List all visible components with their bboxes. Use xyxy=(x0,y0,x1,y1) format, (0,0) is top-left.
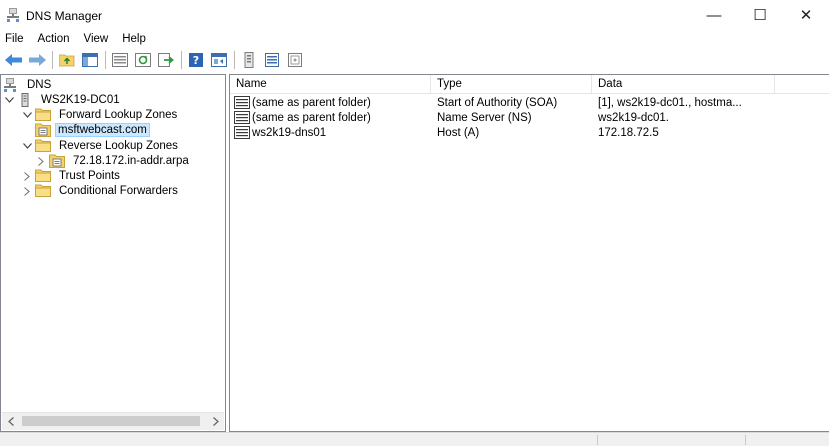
record-icon xyxy=(234,126,250,139)
menu-file[interactable]: File xyxy=(0,33,31,45)
zone-icon xyxy=(35,123,51,137)
tree-item-forward-zone[interactable]: msftwebcast.com xyxy=(35,122,150,138)
toolbar-separator xyxy=(52,51,53,69)
status-separator xyxy=(745,435,746,445)
tree-item-dns[interactable]: DNS xyxy=(3,77,55,93)
refresh-icon[interactable] xyxy=(133,50,153,70)
chevron-down-icon[interactable] xyxy=(21,143,33,149)
tree-item-trust-points[interactable]: Trust Points xyxy=(21,168,124,184)
export-list-icon[interactable] xyxy=(156,50,176,70)
tree-label: 72.18.172.in-addr.arpa xyxy=(73,155,189,167)
mmc-icon[interactable] xyxy=(209,50,229,70)
record-name: (same as parent folder) xyxy=(252,96,371,109)
record-type: Host (A) xyxy=(437,126,480,139)
toolbar-separator xyxy=(181,51,182,69)
status-separator xyxy=(597,435,598,445)
scrollbar-thumb[interactable] xyxy=(22,416,200,426)
table-row[interactable]: (same as parent folder) Name Server (NS)… xyxy=(230,110,829,125)
tree-item-forward-lookup-zones[interactable]: Forward Lookup Zones xyxy=(21,107,181,123)
record-name: (same as parent folder) xyxy=(252,111,371,124)
column-header-type[interactable]: Type xyxy=(431,75,592,93)
table-row[interactable]: ws2k19-dns01 Host (A) 172.18.72.5 xyxy=(230,125,829,140)
dns-icon xyxy=(3,78,19,92)
tree-item-server[interactable]: WS2K19-DC01 xyxy=(3,92,124,108)
column-header-data[interactable]: Data xyxy=(592,75,775,93)
scroll-right-icon[interactable] xyxy=(207,413,224,430)
svg-text:?: ? xyxy=(193,54,199,67)
folder-icon xyxy=(35,184,51,198)
help-icon[interactable]: ? xyxy=(186,50,206,70)
dns-manager-icon xyxy=(6,8,20,22)
server-icon xyxy=(17,93,33,107)
tree-item-reverse-zone[interactable]: 72.18.172.in-addr.arpa xyxy=(35,153,193,169)
window-title: DNS Manager xyxy=(26,9,103,23)
record-icon xyxy=(234,111,250,124)
close-button[interactable]: ✕ xyxy=(783,0,829,30)
list-header: Name Type Data xyxy=(230,75,829,94)
detail-view-icon[interactable] xyxy=(285,50,305,70)
tree-label: Trust Points xyxy=(59,170,120,182)
maximize-button[interactable]: ☐ xyxy=(737,0,783,30)
table-row[interactable]: (same as parent folder) Start of Authori… xyxy=(230,95,829,110)
up-folder-icon[interactable] xyxy=(57,50,77,70)
console-tree[interactable]: DNS WS2K19-DC01 Forward Lookup Zones msf… xyxy=(0,74,226,432)
scroll-left-icon[interactable] xyxy=(2,413,19,430)
chevron-down-icon[interactable] xyxy=(21,112,33,118)
record-data: 172.18.72.5 xyxy=(598,126,659,139)
back-icon[interactable] xyxy=(4,50,24,70)
title-bar: DNS Manager — ☐ ✕ xyxy=(0,0,829,30)
chevron-down-icon[interactable] xyxy=(3,97,15,103)
folder-icon xyxy=(35,108,51,122)
tree-label: WS2K19-DC01 xyxy=(41,94,120,106)
record-type: Start of Authority (SOA) xyxy=(437,96,558,109)
record-type: Name Server (NS) xyxy=(437,111,532,124)
status-bar xyxy=(0,432,829,446)
menu-bar: File Action View Help xyxy=(0,30,829,48)
new-record-icon[interactable] xyxy=(239,50,259,70)
chevron-right-icon[interactable] xyxy=(35,156,47,166)
properties-icon[interactable] xyxy=(110,50,130,70)
tree-label: DNS xyxy=(27,79,52,91)
zone-icon xyxy=(49,154,65,168)
menu-action[interactable]: Action xyxy=(31,33,77,45)
folder-icon xyxy=(35,139,51,153)
list-view-icon[interactable] xyxy=(262,50,282,70)
show-hide-tree-icon[interactable] xyxy=(80,50,100,70)
column-header-name[interactable]: Name xyxy=(230,75,431,93)
tree-label: Forward Lookup Zones xyxy=(59,109,178,121)
record-name: ws2k19-dns01 xyxy=(252,126,327,139)
tree-label: msftwebcast.com xyxy=(55,123,150,137)
menu-help[interactable]: Help xyxy=(115,33,153,45)
menu-view[interactable]: View xyxy=(77,33,116,45)
forward-icon[interactable] xyxy=(27,50,47,70)
minimize-button[interactable]: — xyxy=(691,0,737,30)
tree-item-conditional-forwarders[interactable]: Conditional Forwarders xyxy=(21,183,182,199)
chevron-right-icon[interactable] xyxy=(21,171,33,181)
toolbar-separator xyxy=(105,51,106,69)
tree-label: Reverse Lookup Zones xyxy=(59,140,178,152)
folder-icon xyxy=(35,169,51,183)
records-list[interactable]: Name Type Data (same as parent folder) S… xyxy=(229,74,829,432)
toolbar: ? xyxy=(0,48,829,72)
toolbar-separator xyxy=(234,51,235,69)
chevron-right-icon[interactable] xyxy=(21,186,33,196)
record-data: ws2k19-dc01. xyxy=(598,111,669,124)
tree-label: Conditional Forwarders xyxy=(59,185,178,197)
record-data: [1], ws2k19-dc01., hostma... xyxy=(598,96,742,109)
tree-horizontal-scrollbar[interactable] xyxy=(2,412,224,430)
tree-item-reverse-lookup-zones[interactable]: Reverse Lookup Zones xyxy=(21,138,182,154)
record-icon xyxy=(234,96,250,109)
